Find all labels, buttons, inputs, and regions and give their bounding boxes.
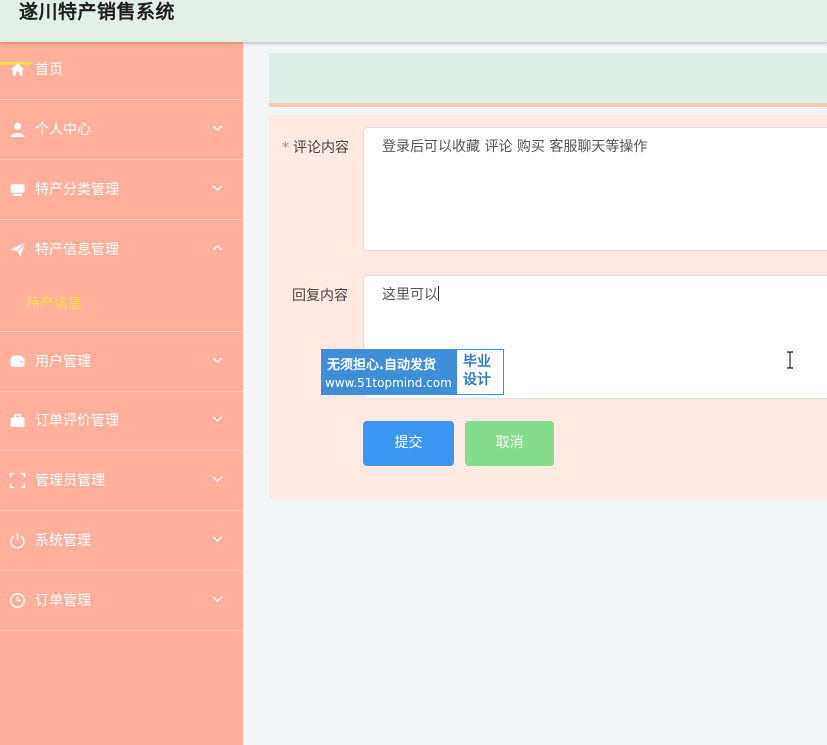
- briefcase-icon: [10, 413, 25, 427]
- chevron-down-icon: [212, 185, 223, 192]
- sidebar-item-label: 管理员管理: [35, 473, 105, 489]
- sidebar-item-label: 个人中心: [35, 122, 91, 138]
- sidebar-item-home[interactable]: 首页: [0, 42, 243, 100]
- monitor-icon: [10, 184, 25, 196]
- chevron-down-icon: [212, 125, 223, 132]
- submenu-item-product-info[interactable]: 特产信息: [26, 293, 82, 313]
- watermark-left-panel: 无须担心.自动发货 www.51topmind.com: [322, 350, 457, 394]
- fullscreen-icon: [9, 472, 26, 489]
- sidebar-item-label: 系统管理: [35, 533, 91, 549]
- watermark-right1: 毕业: [463, 354, 491, 370]
- required-mark: *: [282, 140, 289, 156]
- text-caret: [438, 286, 439, 301]
- cancel-button[interactable]: 取消: [465, 421, 554, 466]
- comment-label: * 评论内容: [282, 137, 349, 157]
- sidebar: 首页 个人中心 特产分类管理 特产信息管理 特产信息 用户管理 订单评价管理 管…: [0, 42, 243, 745]
- chevron-up-icon: [212, 244, 223, 251]
- sidebar-item-label: 首页: [35, 62, 63, 78]
- chevron-down-icon: [212, 416, 223, 423]
- power-icon: [10, 533, 25, 549]
- comment-text: 登录后可以收藏 评论 购买 客服聊天等操作: [382, 139, 648, 155]
- sidebar-item-product-info-management[interactable]: 特产信息管理: [0, 222, 243, 332]
- content-header: [269, 53, 827, 107]
- chevron-down-icon: [212, 476, 223, 483]
- sidebar-item-user-management[interactable]: 用户管理: [0, 334, 243, 392]
- sidebar-item-label: 用户管理: [35, 354, 91, 370]
- chevron-down-icon: [212, 596, 223, 603]
- watermark-line2: www.51topmind.com: [325, 376, 452, 390]
- wallet-icon: [10, 355, 25, 367]
- app-title: 遂川特产销售系统: [19, 1, 176, 23]
- top-bar: 遂川特产销售系统: [0, 0, 827, 42]
- chevron-down-icon: [212, 357, 223, 364]
- home-icon: [10, 63, 25, 76]
- sidebar-item-label: 特产分类管理: [35, 182, 119, 198]
- clock-icon: [10, 593, 25, 608]
- watermark-line1: 无须担心.自动发货: [327, 358, 436, 373]
- sidebar-item-order-management[interactable]: 订单管理: [0, 573, 243, 631]
- sidebar-item-category-management[interactable]: 特产分类管理: [0, 162, 243, 220]
- watermark-right2: 设计: [463, 372, 491, 388]
- submit-button[interactable]: 提交: [363, 421, 454, 466]
- comment-textarea[interactable]: 登录后可以收藏 评论 购买 客服聊天等操作: [363, 127, 827, 251]
- comment-label-text: 评论内容: [293, 140, 349, 156]
- watermark-badge: 无须担心.自动发货 www.51topmind.com 毕业 设计: [321, 349, 504, 395]
- sidebar-item-label: 订单管理: [35, 593, 91, 609]
- watermark-right-panel: 毕业 设计: [463, 353, 501, 389]
- sidebar-item-order-review-management[interactable]: 订单评价管理: [0, 393, 243, 451]
- send-icon: [10, 242, 26, 257]
- sidebar-item-admin-management[interactable]: 管理员管理: [0, 453, 243, 511]
- sidebar-item-label: 订单评价管理: [35, 413, 119, 429]
- text-cursor-icon: [787, 351, 793, 369]
- sidebar-item-label: 特产信息管理: [35, 242, 119, 258]
- user-icon: [10, 122, 25, 137]
- sidebar-item-personal-center[interactable]: 个人中心: [0, 102, 243, 160]
- sidebar-item-system-management[interactable]: 系统管理: [0, 513, 243, 571]
- chevron-down-icon: [212, 536, 223, 543]
- reply-text: 这里可以: [382, 287, 438, 303]
- reply-label: 回复内容: [292, 288, 348, 304]
